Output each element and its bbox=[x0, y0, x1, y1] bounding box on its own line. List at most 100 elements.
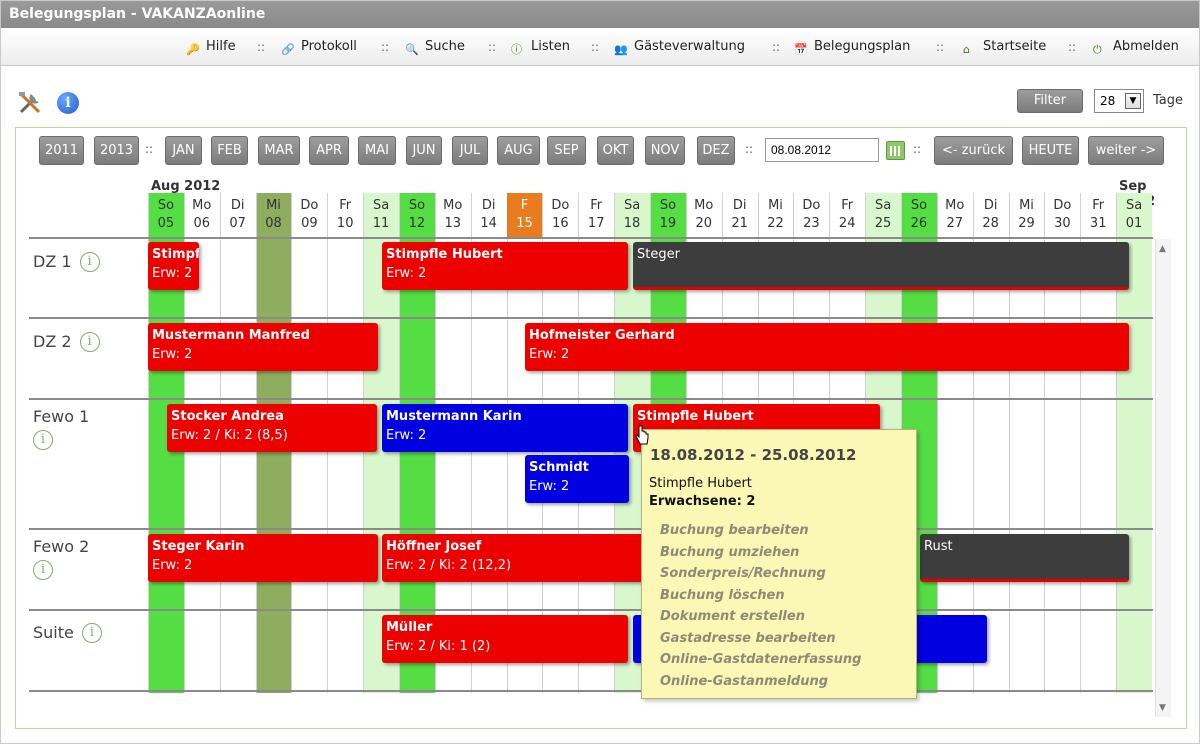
booking-bar[interactable]: Schmidt Erw: 2 bbox=[525, 455, 629, 503]
month-button-mar[interactable]: MAR bbox=[258, 136, 300, 165]
room-label: DZ 1 i bbox=[33, 252, 100, 272]
month-button-jun[interactable]: JUN bbox=[406, 136, 442, 165]
month-button-jan[interactable]: JAN bbox=[165, 136, 202, 165]
room-info-icon[interactable]: i bbox=[79, 332, 100, 352]
nav-5[interactable]: 📅 Belegungsplan bbox=[794, 38, 910, 56]
day-number: 14 bbox=[480, 216, 497, 231]
date-input[interactable] bbox=[765, 138, 879, 162]
logout-icon: ⏻ bbox=[1093, 43, 1102, 56]
month-button-jul[interactable]: JUL bbox=[452, 136, 488, 165]
booking-bar[interactable]: Höffner Josef Erw: 2 / Ki: 2 (12,2) bbox=[382, 534, 682, 582]
day-header: Fr 31 bbox=[1080, 193, 1116, 237]
room-info-icon[interactable]: i bbox=[81, 623, 102, 643]
tooltip-action-link[interactable]: Online-Gastanmeldung bbox=[660, 674, 828, 689]
tooltip-action-link[interactable]: Buchung löschen bbox=[660, 588, 785, 603]
booking-bar[interactable]: Rust bbox=[920, 534, 1129, 582]
month-button-nov[interactable]: NOV bbox=[645, 136, 685, 165]
booking-bar[interactable]: Hofmeister Gerhard Erw: 2 bbox=[525, 323, 1129, 371]
tooltip-action-link[interactable]: Gastadresse bearbeiten bbox=[660, 631, 836, 646]
day-header: Sa 01 bbox=[1116, 193, 1152, 237]
day-of-week: Sa bbox=[874, 198, 892, 213]
nav-3[interactable]: ⓘ Listen bbox=[511, 38, 570, 56]
day-header: Mo 27 bbox=[937, 193, 973, 237]
booking-bar[interactable]: Mustermann Manfred Erw: 2 bbox=[148, 323, 378, 371]
tooltip-action-link[interactable]: Online-Gastdatenerfassung bbox=[660, 652, 861, 667]
day-number: 16 bbox=[552, 216, 569, 231]
day-of-week: Mo bbox=[192, 198, 212, 213]
day-number: 23 bbox=[803, 216, 820, 231]
day-of-week: Di bbox=[230, 198, 245, 213]
day-of-week: Do bbox=[551, 198, 570, 213]
today-button[interactable]: HEUTE bbox=[1022, 136, 1079, 165]
month-button-aug[interactable]: AUG bbox=[497, 136, 540, 165]
info-icon[interactable]: i bbox=[57, 92, 79, 114]
month-label-start: Aug 2012 bbox=[151, 179, 221, 194]
nav-2[interactable]: 🔍 Suche bbox=[405, 38, 465, 56]
vertical-scrollbar[interactable]: ▲ ▼ bbox=[1155, 239, 1171, 717]
filter-button[interactable]: Filter bbox=[1017, 89, 1083, 113]
nav-7[interactable]: ⏻ Abmelden bbox=[1093, 38, 1179, 56]
day-header: Mo 06 bbox=[184, 193, 220, 237]
day-number: 22 bbox=[767, 216, 784, 231]
nav-separator: :: bbox=[1068, 40, 1077, 54]
day-of-week: Do bbox=[1053, 198, 1072, 213]
day-number: 06 bbox=[193, 216, 211, 231]
month-button-okt[interactable]: OKT bbox=[597, 136, 634, 165]
day-of-week: Di bbox=[481, 198, 496, 213]
day-number: 31 bbox=[1089, 216, 1107, 231]
booking-bar[interactable]: Stimpfle Hubert Erw: 2 bbox=[382, 242, 628, 290]
booking-detail: Erw: 2 bbox=[529, 347, 570, 362]
month-end-line1: Sep bbox=[1119, 179, 1147, 194]
room-info-icon[interactable]: i bbox=[33, 560, 53, 580]
month-button-dez[interactable]: DEZ bbox=[697, 136, 735, 165]
month-button-sep[interactable]: SEP bbox=[547, 136, 586, 165]
calnav-separator: :: bbox=[745, 142, 754, 156]
tooltip-action-link[interactable]: Sonderpreis/Rechnung bbox=[660, 566, 826, 581]
occupancy-grid: Aug 2012 Sep 20 12 So 05 Mo 06 Di 07 Mi 08 Do 09 Fr 10 S… bbox=[29, 179, 1155, 694]
day-of-week: So bbox=[659, 198, 677, 213]
top-navigation: 🔑 Hilfe 🔗 Protokoll 🔍 Suche ⓘ Listen 👥 Gästeverwa… bbox=[1, 28, 1199, 66]
next-button[interactable]: weiter -> bbox=[1088, 136, 1164, 165]
booking-bar[interactable]: Steger bbox=[633, 242, 1129, 290]
booking-bar[interactable]: Mustermann Karin Erw: 2 bbox=[382, 404, 628, 452]
nav-0[interactable]: 🔑 Hilfe bbox=[186, 38, 236, 56]
year-2011-button[interactable]: 2011 bbox=[39, 136, 84, 165]
day-number: 15 bbox=[516, 216, 533, 231]
dropdown-arrow-icon[interactable]: ▼ bbox=[1125, 93, 1141, 109]
booking-guest-name: Schmidt bbox=[529, 460, 589, 475]
booking-bar[interactable]: Steger Karin Erw: 2 bbox=[148, 534, 378, 582]
month-button-apr[interactable]: APR bbox=[309, 136, 349, 165]
nav-4[interactable]: 👥 Gästeverwaltung bbox=[614, 38, 745, 56]
year-2013-button[interactable]: 2013 bbox=[94, 136, 139, 165]
tooltip-action-link[interactable]: Buchung bearbeiten bbox=[660, 523, 809, 538]
booking-bar[interactable]: Müller Erw: 2 / Ki: 1 (2) bbox=[382, 615, 628, 663]
room-info-icon[interactable]: i bbox=[79, 252, 100, 272]
days-select[interactable]: 28 ▼ bbox=[1094, 89, 1144, 113]
day-header: Mi 29 bbox=[1009, 193, 1045, 237]
tooltip-guest-name: Stimpfle Hubert bbox=[649, 476, 752, 491]
day-header: Do 09 bbox=[291, 193, 327, 237]
month-button-feb[interactable]: FEB bbox=[211, 136, 248, 165]
scroll-up-icon[interactable]: ▲ bbox=[1159, 244, 1166, 254]
nav-label: Listen bbox=[531, 39, 570, 54]
day-of-week: Sa bbox=[623, 198, 641, 213]
header-divider bbox=[29, 237, 1153, 239]
tooltip-action-link[interactable]: Dokument erstellen bbox=[660, 609, 805, 624]
back-button[interactable]: <- zurück bbox=[934, 136, 1013, 165]
tooltip-action-link[interactable]: Buchung umziehen bbox=[660, 545, 799, 560]
nav-1[interactable]: 🔗 Protokoll bbox=[281, 38, 357, 56]
room-info-icon[interactable]: i bbox=[33, 430, 53, 450]
nav-6[interactable]: ⌂ Startseite bbox=[963, 38, 1046, 56]
booking-bar[interactable]: Stocker Andrea Erw: 2 / Ki: 2 (8,5) bbox=[167, 404, 377, 452]
booking-bar[interactable]: Stimpfle Hubert Erw: 2 bbox=[148, 242, 199, 290]
month-button-mai[interactable]: MAI bbox=[358, 136, 396, 165]
nav-label: Hilfe bbox=[206, 39, 236, 54]
tools-icon[interactable] bbox=[17, 90, 43, 116]
scroll-down-icon[interactable]: ▼ bbox=[1159, 703, 1166, 713]
room-name: DZ 2 bbox=[33, 332, 72, 351]
calendar-picker-icon[interactable] bbox=[886, 141, 905, 160]
days-value: 28 bbox=[1100, 94, 1116, 108]
booking-tooltip: 18.08.2012 - 25.08.2012 Stimpfle Hubert … bbox=[641, 429, 917, 699]
booking-detail: Erw: 2 / Ki: 2 (12,2) bbox=[386, 558, 512, 573]
booking-guest-name: Stimpfle Hubert bbox=[386, 247, 503, 262]
